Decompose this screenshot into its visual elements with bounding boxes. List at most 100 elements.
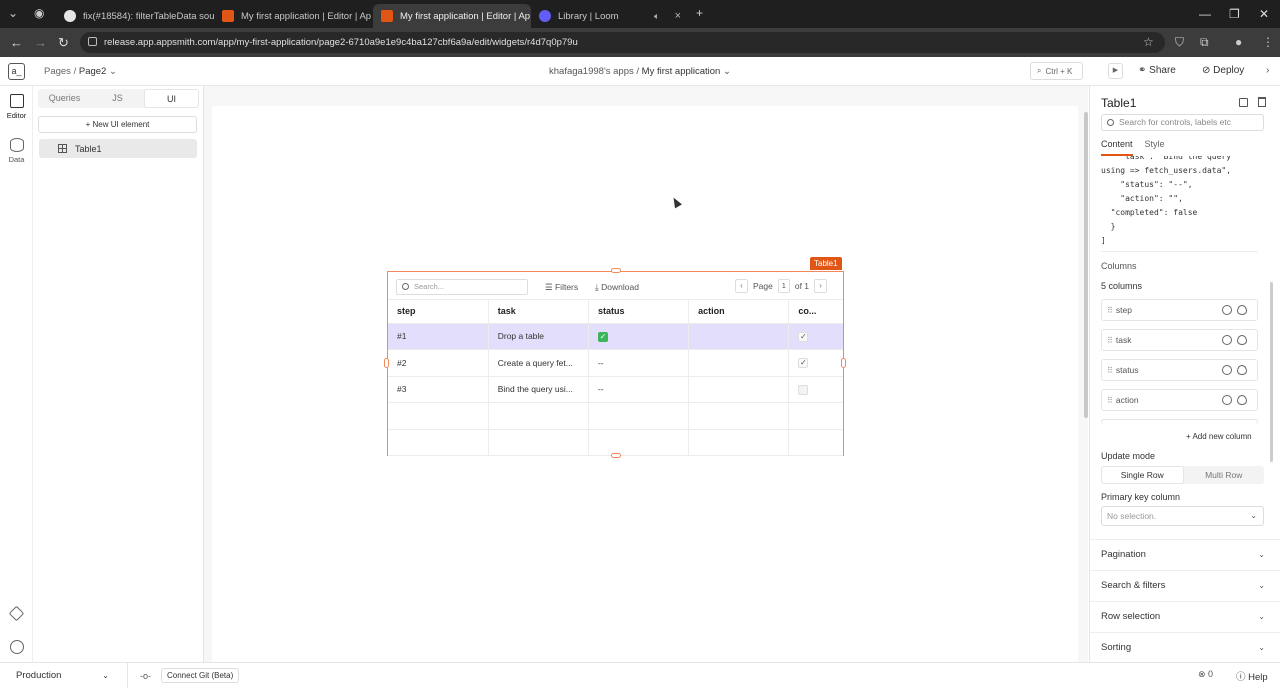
property-search-input[interactable]: Search for controls, labels etc — [1101, 114, 1264, 131]
update-mode-single-row[interactable]: Single Row — [1101, 466, 1184, 484]
segment-ui[interactable]: UI — [144, 89, 199, 108]
primary-key-select[interactable]: No selection. ⌄ — [1101, 506, 1264, 526]
table-row[interactable]: #3 Bind the query usi... -- — [388, 376, 843, 403]
browser-tab-loom[interactable]: Library | Loom 🔈︎ × — [531, 4, 689, 28]
download-button[interactable]: ⤓ Download — [595, 282, 639, 293]
tab-style[interactable]: Style — [1145, 139, 1165, 156]
add-new-column-button[interactable]: + Add new column — [1186, 432, 1252, 441]
column-header-status[interactable]: status — [588, 300, 690, 324]
widget-name-tag[interactable]: Table1 — [810, 257, 842, 270]
drag-handle-icon[interactable]: ⠿ — [1107, 366, 1113, 375]
section-row-selection[interactable]: Row selection ⌄ — [1090, 601, 1280, 632]
prev-page-button[interactable]: ‹ — [735, 279, 748, 293]
close-tab-icon[interactable]: × — [675, 10, 681, 22]
help-button[interactable]: ⓘ Help — [1236, 669, 1268, 683]
rail-packages[interactable] — [0, 605, 33, 622]
column-item-task[interactable]: ⠿ task — [1101, 329, 1258, 351]
extensions-icon[interactable]: ⧉ — [1200, 35, 1209, 50]
column-header-completed[interactable]: co... — [788, 300, 843, 324]
eye-icon[interactable] — [1237, 365, 1247, 375]
back-icon[interactable]: ← — [10, 35, 23, 50]
drag-handle-icon[interactable]: ⠿ — [1107, 396, 1113, 405]
column-item-action[interactable]: ⠿ action — [1101, 389, 1258, 411]
rail-editor[interactable]: Editor — [0, 94, 33, 120]
appsmith-logo[interactable]: a_ — [8, 63, 25, 80]
column-item-status[interactable]: ⠿ status — [1101, 359, 1258, 381]
table-data-code-editor[interactable]: "task": "Bind the query using => fetch_us… — [1101, 156, 1258, 252]
environment-select[interactable]: Production ⌄ — [8, 663, 128, 688]
green-checkbox-icon[interactable]: ✓ — [597, 331, 608, 342]
section-pagination[interactable]: Pagination ⌄ — [1090, 539, 1280, 570]
checked-checkbox-icon[interactable]: ✓ — [798, 358, 809, 369]
page-number-input[interactable]: 1 — [777, 279, 790, 293]
update-mode-multi-row[interactable]: Multi Row — [1184, 466, 1265, 484]
resize-handle-left[interactable] — [384, 358, 389, 368]
entity-item-table1[interactable]: Table1 — [39, 139, 197, 158]
browser-tab-editor-1[interactable]: My first application | Editor | Ap × — [214, 4, 372, 28]
rail-settings[interactable] — [0, 640, 33, 657]
eye-icon[interactable] — [1237, 305, 1247, 315]
tab-content[interactable]: Content — [1101, 139, 1133, 156]
checked-checkbox-icon[interactable]: ✓ — [798, 331, 809, 342]
unchecked-checkbox-icon[interactable] — [798, 384, 809, 395]
column-item-step[interactable]: ⠿ step — [1101, 299, 1258, 321]
drag-handle-icon[interactable]: ⠿ — [1107, 306, 1113, 315]
bookmark-star-icon[interactable]: ☆ — [1143, 35, 1154, 49]
site-info-icon[interactable] — [88, 37, 97, 46]
filters-button[interactable]: ☰ Filters — [545, 282, 578, 293]
share-button[interactable]: ⚭ Share — [1138, 65, 1176, 76]
gear-icon[interactable] — [1222, 335, 1232, 345]
widget-title[interactable]: Table1 — [1101, 96, 1136, 110]
preview-play-button[interactable]: ▶ — [1108, 63, 1123, 79]
section-sorting[interactable]: Sorting ⌄ — [1090, 632, 1280, 663]
error-count[interactable]: ⊗ 0 — [1198, 669, 1213, 680]
canvas-scrollbar[interactable] — [1084, 112, 1088, 418]
column-header-task[interactable]: task — [488, 300, 589, 324]
copy-widget-icon[interactable] — [1239, 98, 1248, 107]
gear-icon[interactable] — [1222, 395, 1232, 405]
table-search-input[interactable]: Search... — [396, 279, 528, 295]
connect-git-button[interactable]: Connect Git (Beta) — [161, 668, 240, 683]
restore-icon[interactable]: ❐ — [1229, 7, 1240, 21]
omnibar-search-button[interactable]: ⌕ Ctrl + K — [1030, 62, 1083, 80]
deploy-menu-chevron-icon[interactable]: › — [1266, 65, 1269, 76]
profile-avatar[interactable]: ● — [1235, 35, 1242, 49]
resize-handle-bottom[interactable] — [611, 453, 621, 458]
audio-icon[interactable]: 🔈︎ — [654, 11, 659, 22]
delete-widget-icon[interactable] — [1258, 97, 1266, 107]
browser-tab-editor-2[interactable]: My first application | Editor | Ap × — [373, 4, 531, 28]
gear-icon[interactable] — [1222, 305, 1232, 315]
tab-search-icon[interactable]: ⌄ — [8, 6, 18, 20]
eye-icon[interactable] — [1237, 335, 1247, 345]
table-row[interactable]: #2 Create a query fet... -- ✓ — [388, 349, 843, 377]
new-ui-element-button[interactable]: + New UI element — [38, 116, 197, 133]
reload-icon[interactable]: ↻ — [58, 35, 69, 51]
url-field[interactable]: release.app.appsmith.com/app/my-first-ap… — [80, 32, 1165, 53]
close-window-icon[interactable]: ✕ — [1259, 7, 1269, 21]
next-page-button[interactable]: › — [814, 279, 828, 293]
rail-data[interactable]: Data — [0, 138, 33, 164]
gear-icon[interactable] — [1222, 365, 1232, 375]
table-widget[interactable]: Search... ☰ Filters ⤓ Download ‹ Page 1 … — [387, 271, 844, 456]
forward-icon[interactable]: → — [34, 35, 47, 50]
column-header-step[interactable]: step — [388, 300, 489, 324]
minimize-icon[interactable]: — — [1199, 7, 1211, 21]
segment-queries[interactable]: Queries — [38, 89, 91, 108]
resize-handle-top[interactable] — [611, 268, 621, 273]
eye-icon[interactable] — [1237, 395, 1247, 405]
recording-icon[interactable]: ◉ — [34, 6, 44, 20]
shield-extension-icon[interactable]: ⛉ — [1175, 35, 1184, 50]
deploy-button[interactable]: ⊘ Deploy — [1202, 65, 1244, 76]
browser-menu-icon[interactable]: ⋮ — [1262, 35, 1274, 49]
column-header-action[interactable]: action — [688, 300, 790, 324]
drag-handle-icon[interactable]: ⠿ — [1107, 336, 1113, 345]
app-breadcrumb[interactable]: khafaga1998's apps / My first applicatio… — [549, 66, 731, 77]
new-tab-icon[interactable]: + — [696, 6, 703, 20]
property-pane-scrollbar[interactable] — [1270, 282, 1273, 462]
segment-js[interactable]: JS — [91, 89, 144, 108]
resize-handle-right[interactable] — [841, 358, 846, 368]
pages-breadcrumb[interactable]: Pages / Page2 ⌄ — [44, 66, 117, 77]
table-row[interactable]: #1 Drop a table ✓ ✓ — [388, 323, 843, 350]
section-search-filters[interactable]: Search & filters ⌄ — [1090, 570, 1280, 601]
browser-tab-github[interactable]: fix(#18584): filterTableData sou × — [56, 4, 214, 28]
